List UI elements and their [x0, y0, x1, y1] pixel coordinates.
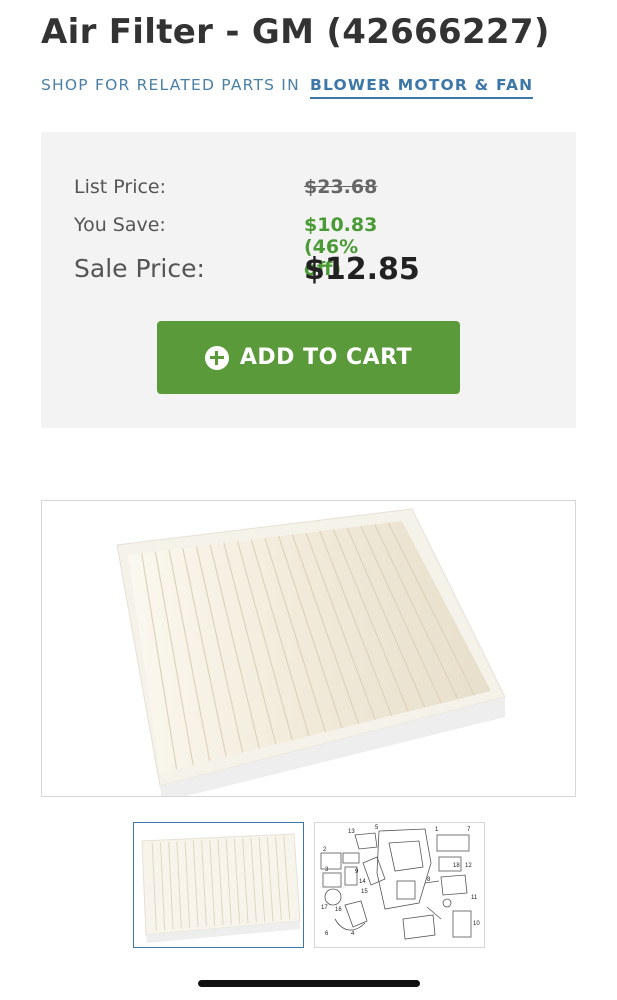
diagram-callout: 14	[359, 879, 366, 885]
related-category-link[interactable]: BLOWER MOTOR & FAN	[310, 76, 534, 99]
diagram-callout: 5	[375, 825, 379, 831]
sale-price-label: Sale Price:	[74, 254, 205, 283]
diagram-callout: 7	[467, 827, 471, 833]
air-filter-photo	[116, 508, 506, 796]
diagram-callout: 11	[471, 895, 478, 901]
main-product-image[interactable]	[41, 500, 576, 797]
you-save-row: You Save: $10.83 (46% off)	[74, 214, 377, 280]
sale-price-row: Sale Price: $12.85	[74, 252, 420, 287]
related-parts-line: SHOP FOR RELATED PARTS IN BLOWER MOTOR &…	[41, 76, 534, 99]
you-save-label: You Save:	[74, 214, 166, 236]
list-price-label: List Price:	[74, 176, 167, 198]
thumbnail-filter[interactable]	[133, 822, 304, 948]
home-indicator[interactable]	[198, 980, 420, 987]
air-filter-thumbnail	[141, 833, 301, 943]
diagram-callout: 12	[465, 863, 472, 869]
diagram-callout: 6	[325, 931, 329, 937]
diagram-callout: 3	[325, 867, 329, 873]
product-title: Air Filter - GM (42666227)	[41, 12, 550, 52]
diagram-callout: 18	[453, 863, 460, 869]
add-to-cart-button[interactable]: ADD TO CART	[157, 321, 460, 394]
plus-circle-icon	[204, 345, 229, 370]
diagram-callout: 13	[348, 829, 355, 835]
list-price-value: $23.68	[304, 176, 378, 198]
diagram-callout: 15	[361, 889, 368, 895]
diagram-callout: 2	[323, 847, 327, 853]
add-to-cart-label: ADD TO CART	[239, 345, 413, 370]
diagram-callout: 1	[435, 827, 439, 833]
diagram-callout: 10	[473, 921, 480, 927]
diagram-callout: 16	[335, 907, 342, 913]
related-parts-prefix: SHOP FOR RELATED PARTS IN	[41, 76, 300, 94]
sale-price-value: $12.85	[304, 252, 420, 287]
diagram-callout: 9	[355, 869, 359, 875]
price-box: List Price: $23.68 You Save: $10.83 (46%…	[41, 132, 576, 428]
parts-diagram-thumbnail: 13 1 7251131017 1618 1294681415	[320, 825, 480, 940]
thumbnail-diagram[interactable]: 13 1 7 2 5 11 3 10 17 16 18 12 9 4 6 8 14 15	[314, 822, 485, 948]
list-price-row: List Price: $23.68	[74, 176, 377, 198]
diagram-callout: 17	[321, 905, 328, 911]
diagram-callout: 4	[351, 931, 355, 937]
